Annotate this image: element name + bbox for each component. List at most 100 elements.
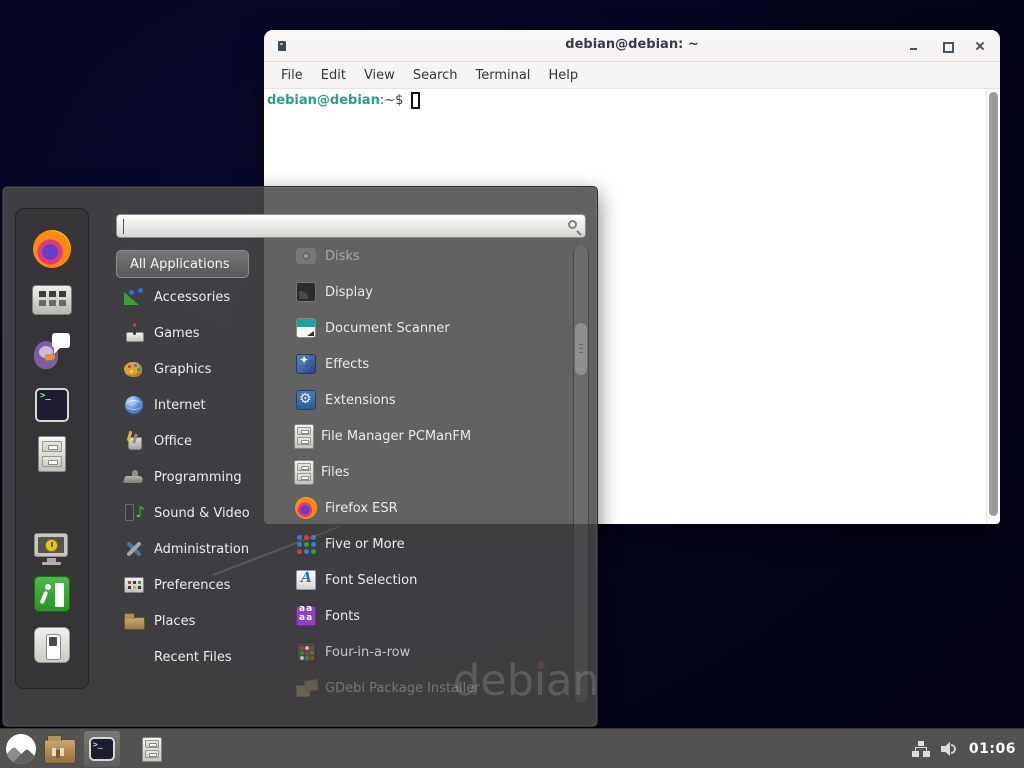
lock-screen-icon xyxy=(32,530,72,568)
app-label: Firefox ESR xyxy=(325,501,398,516)
favorite-pidgin[interactable] xyxy=(16,330,88,370)
terminal-scrollbar-thumb[interactable] xyxy=(989,92,998,516)
all-applications-button[interactable]: All Applications xyxy=(116,250,249,278)
category-label: Recent Files xyxy=(154,650,232,665)
app-label: Extensions xyxy=(325,393,396,408)
category-label: Graphics xyxy=(154,362,211,377)
accessories-icon xyxy=(123,286,145,308)
category-label: Sound & Video xyxy=(154,506,250,521)
effects-icon xyxy=(294,352,318,376)
applications-list: Disks Display Document Scanner Effects E… xyxy=(265,244,571,712)
terminal-scrollbar[interactable] xyxy=(986,89,1000,523)
taskbar-terminal-task[interactable] xyxy=(84,729,120,768)
category-recent-files[interactable]: Recent Files xyxy=(116,639,274,675)
app-item-fonts[interactable]: Fonts xyxy=(265,598,571,634)
applications-scrollbar-thumb[interactable] xyxy=(575,323,587,375)
five-or-more-icon xyxy=(294,532,318,556)
favorites-column xyxy=(15,208,89,689)
category-games[interactable]: Games xyxy=(116,315,274,351)
menu-terminal[interactable]: Terminal xyxy=(466,65,539,86)
category-programming[interactable]: Programming xyxy=(116,459,274,495)
graphics-icon xyxy=(123,358,145,380)
app-item-four-in-a-row[interactable]: Four-in-a-row xyxy=(265,634,571,670)
menu-button[interactable] xyxy=(4,729,38,768)
category-graphics[interactable]: Graphics xyxy=(116,351,274,387)
app-item-gdebi-package-installer[interactable]: GDebi Package Installer xyxy=(265,670,571,706)
internet-globe-icon xyxy=(123,394,145,416)
network-icon[interactable] xyxy=(911,741,931,757)
logout-button[interactable] xyxy=(16,574,88,614)
favorite-terminal[interactable] xyxy=(16,385,88,425)
shutdown-button[interactable] xyxy=(16,625,88,665)
menu-logo-icon xyxy=(6,734,36,764)
gdebi-package-icon xyxy=(294,676,318,700)
menu-edit[interactable]: Edit xyxy=(312,65,355,86)
category-label: Preferences xyxy=(154,578,230,593)
maximize-icon[interactable] xyxy=(941,40,953,52)
app-label: Document Scanner xyxy=(325,321,450,336)
category-preferences[interactable]: Preferences xyxy=(116,567,274,603)
menu-file[interactable]: File xyxy=(272,65,312,86)
close-icon[interactable] xyxy=(974,40,986,52)
pidgin-icon xyxy=(32,331,72,369)
app-label: GDebi Package Installer xyxy=(325,681,480,696)
app-item-effects[interactable]: Effects xyxy=(265,346,571,382)
favorite-keyboard-app[interactable] xyxy=(16,280,88,320)
category-office[interactable]: Office xyxy=(116,423,274,459)
no-icon-spacer xyxy=(123,646,145,668)
firefox-icon xyxy=(294,496,318,520)
category-administration[interactable]: Administration xyxy=(116,531,274,567)
app-item-firefox-esr[interactable]: Firefox ESR xyxy=(265,490,571,526)
taskbar-files-task[interactable] xyxy=(134,729,170,768)
preferences-icon xyxy=(123,574,145,596)
menu-help[interactable]: Help xyxy=(539,65,587,86)
category-label: Accessories xyxy=(154,290,230,305)
search-input[interactable] xyxy=(117,215,585,237)
fonts-icon xyxy=(294,604,318,628)
lock-screen-button[interactable] xyxy=(16,529,88,569)
menu-view[interactable]: View xyxy=(355,65,404,86)
app-item-five-or-more[interactable]: Five or More xyxy=(265,526,571,562)
folder-icon xyxy=(44,739,76,764)
clock[interactable]: 01:06 xyxy=(969,741,1018,757)
administration-tools-icon xyxy=(123,538,145,560)
category-label: Administration xyxy=(154,542,249,557)
category-sound-video[interactable]: Sound & Video xyxy=(116,495,274,531)
terminal-cursor xyxy=(411,92,420,109)
app-item-extensions[interactable]: Extensions xyxy=(265,382,571,418)
taskbar: 01:06 xyxy=(0,728,1024,768)
app-item-file-manager-pcmanfm[interactable]: File Manager PCManFM xyxy=(265,418,571,454)
file-manager-launcher[interactable] xyxy=(42,729,78,768)
office-icon xyxy=(123,430,145,452)
app-item-font-selection[interactable]: Font Selection xyxy=(265,562,571,598)
app-item-disks[interactable]: Disks xyxy=(265,244,571,274)
app-item-display[interactable]: Display xyxy=(265,274,571,310)
favorite-firefox[interactable] xyxy=(16,229,88,269)
search-field[interactable] xyxy=(116,214,586,238)
document-scanner-icon xyxy=(294,316,318,340)
file-cabinet-icon xyxy=(142,737,162,762)
category-internet[interactable]: Internet xyxy=(116,387,274,423)
minimize-icon[interactable] xyxy=(908,40,920,52)
file-cabinet-icon xyxy=(294,424,314,449)
applications-scrollbar[interactable] xyxy=(573,245,589,703)
prompt-user-host: debian@debian xyxy=(267,93,380,108)
app-label: Effects xyxy=(325,357,369,372)
prompt-line: debian@debian:~$ xyxy=(264,89,1000,109)
display-icon xyxy=(294,280,318,304)
app-item-document-scanner[interactable]: Document Scanner xyxy=(265,310,571,346)
text-caret xyxy=(123,219,124,234)
app-label: Fonts xyxy=(325,609,360,624)
favorite-file-manager[interactable] xyxy=(16,434,88,474)
logout-icon xyxy=(34,576,70,612)
terminal-menubar: File Edit View Search Terminal Help xyxy=(264,62,1000,89)
category-accessories[interactable]: Accessories xyxy=(116,279,274,315)
category-places[interactable]: Places xyxy=(116,603,274,639)
menu-search[interactable]: Search xyxy=(404,65,467,86)
window-title: debian@debian: ~ xyxy=(264,37,1000,52)
programming-icon xyxy=(123,466,145,488)
app-item-files[interactable]: Files xyxy=(265,454,571,490)
file-cabinet-icon xyxy=(294,460,314,485)
terminal-titlebar[interactable]: debian@debian: ~ xyxy=(264,30,1000,62)
volume-icon[interactable] xyxy=(941,741,959,757)
